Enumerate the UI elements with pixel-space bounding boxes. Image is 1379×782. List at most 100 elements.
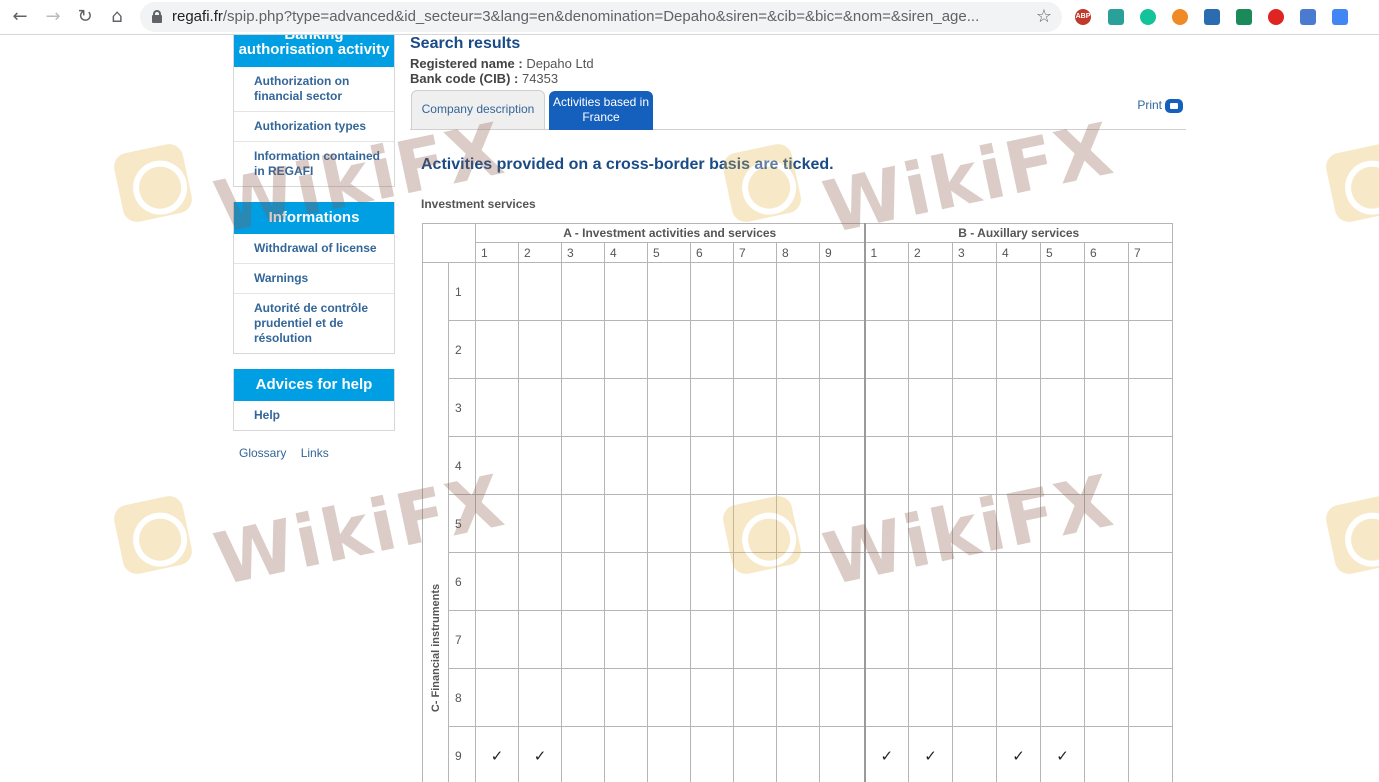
group-a-col-header: 7 [733, 242, 777, 263]
activity-cell [604, 494, 648, 553]
activity-cell [647, 668, 691, 727]
sidebar-item-acpr[interactable]: Autorité de contrôle prudentiel et de ré… [234, 294, 394, 353]
sidebar-item-help[interactable]: Help [234, 401, 394, 430]
activity-cell [1128, 726, 1173, 782]
activity-cell [1084, 378, 1129, 437]
activity-cell [561, 320, 605, 379]
activity-cell [1128, 552, 1173, 611]
activity-cell [518, 320, 562, 379]
group-a-col-header: 1 [475, 242, 519, 263]
activity-cell [475, 494, 519, 553]
wikifx-logo-icon [1323, 141, 1379, 225]
group-b-col-header: 4 [996, 242, 1041, 263]
activity-cell [1084, 668, 1129, 727]
activity-cell [1084, 552, 1129, 611]
table-row: 4 [423, 436, 1173, 495]
grammarly-extension-icon[interactable] [1140, 9, 1156, 25]
tab-company-description[interactable]: Company description [411, 90, 545, 130]
activity-cell [733, 378, 777, 437]
activity-cell [690, 726, 734, 782]
wikifx-logo-icon [111, 493, 195, 577]
sidebar-item-authorization-types[interactable]: Authorization types [234, 112, 394, 142]
glossary-link[interactable]: Glossary [239, 446, 286, 460]
group-a-col-header: 6 [690, 242, 734, 263]
activity-cell [996, 378, 1041, 437]
activity-cell [996, 320, 1041, 379]
url-text[interactable]: regafi.fr/spip.php?type=advanced&id_sect… [172, 8, 1027, 25]
activity-cell [604, 726, 648, 782]
row-number: 2 [448, 320, 476, 379]
activity-cell [690, 320, 734, 379]
extension-icon[interactable] [1236, 9, 1252, 25]
activity-cell [1040, 320, 1085, 379]
adblock-extension-icon[interactable]: ABP [1075, 9, 1091, 25]
group-b-col-header: 2 [908, 242, 953, 263]
activity-cell [1084, 262, 1129, 321]
extension-icon[interactable] [1172, 9, 1188, 25]
address-bar[interactable]: regafi.fr/spip.php?type=advanced&id_sect… [140, 2, 1062, 32]
activity-cell [908, 320, 953, 379]
registered-name: Registered name : Depaho Ltd [410, 56, 594, 71]
wikifx-logo-icon [111, 141, 195, 225]
activities-grid: A - Investment activities and services B… [422, 223, 1173, 782]
activity-cell [475, 552, 519, 611]
activity-cell [819, 668, 865, 727]
activity-cell [863, 552, 909, 611]
tab-activities-france[interactable]: Activities based in France [549, 91, 653, 130]
home-icon[interactable]: ⌂ [105, 6, 129, 28]
row-number: 7 [448, 610, 476, 669]
back-icon[interactable]: ← [8, 6, 32, 28]
group-b-col-header: 7 [1128, 242, 1173, 263]
activity-cell [690, 668, 734, 727]
activity-cell [647, 378, 691, 437]
page-title: Search results [410, 35, 521, 52]
reload-icon[interactable]: ↻ [73, 6, 97, 28]
sidebar-item-information-regafi[interactable]: Information contained in REGAFI [234, 142, 394, 186]
row-number: 9 [448, 726, 476, 782]
forward-icon[interactable]: → [41, 6, 65, 28]
lock-icon[interactable] [152, 10, 162, 23]
extension-icon[interactable] [1268, 9, 1284, 25]
activity-cell [733, 494, 777, 553]
links-link[interactable]: Links [301, 446, 329, 460]
print-button[interactable]: Print [1137, 98, 1183, 113]
activity-cell [561, 726, 605, 782]
activity-cell [996, 610, 1041, 669]
activity-cell [952, 262, 997, 321]
activity-cell [561, 436, 605, 495]
activity-cell [518, 262, 562, 321]
activity-cell [604, 610, 648, 669]
activity-cell [863, 494, 909, 553]
sidebar-item-authorization-financial-sector[interactable]: Authorization on financial sector [234, 67, 394, 112]
translate-extension-icon[interactable] [1332, 9, 1348, 25]
activity-cell [518, 552, 562, 611]
sidebar-item-withdrawal[interactable]: Withdrawal of license [234, 234, 394, 264]
activity-cell [863, 262, 909, 321]
tab-bar: Company description Activities based in … [410, 90, 1186, 130]
activity-cell [952, 494, 997, 553]
activity-cell [908, 552, 953, 611]
wikifx-logo-icon [1323, 493, 1379, 577]
sidebar-item-warnings[interactable]: Warnings [234, 264, 394, 294]
activity-cell [863, 436, 909, 495]
activity-cell [1128, 378, 1173, 437]
activity-cell [1040, 494, 1085, 553]
activity-cell [475, 610, 519, 669]
activity-cell [475, 378, 519, 437]
extension-icon[interactable] [1300, 9, 1316, 25]
activity-cell [819, 436, 865, 495]
activity-cell [863, 320, 909, 379]
activity-cell [776, 668, 820, 727]
activity-cell [1128, 668, 1173, 727]
table-row: C- Financial instruments 1 [422, 262, 1173, 782]
star-icon[interactable]: ☆ [1036, 6, 1052, 27]
activity-cell [647, 552, 691, 611]
activity-cell [952, 552, 997, 611]
activities-table: A - Investment activities and services B… [422, 223, 1173, 782]
extension-icon[interactable] [1108, 9, 1124, 25]
check-icon: ✓ [863, 726, 909, 782]
extension-icon[interactable] [1204, 9, 1220, 25]
check-icon: ✓ [475, 726, 519, 782]
sidebar-block-informations: Informations Withdrawal of license Warni… [233, 202, 395, 354]
activity-cell [952, 378, 997, 437]
